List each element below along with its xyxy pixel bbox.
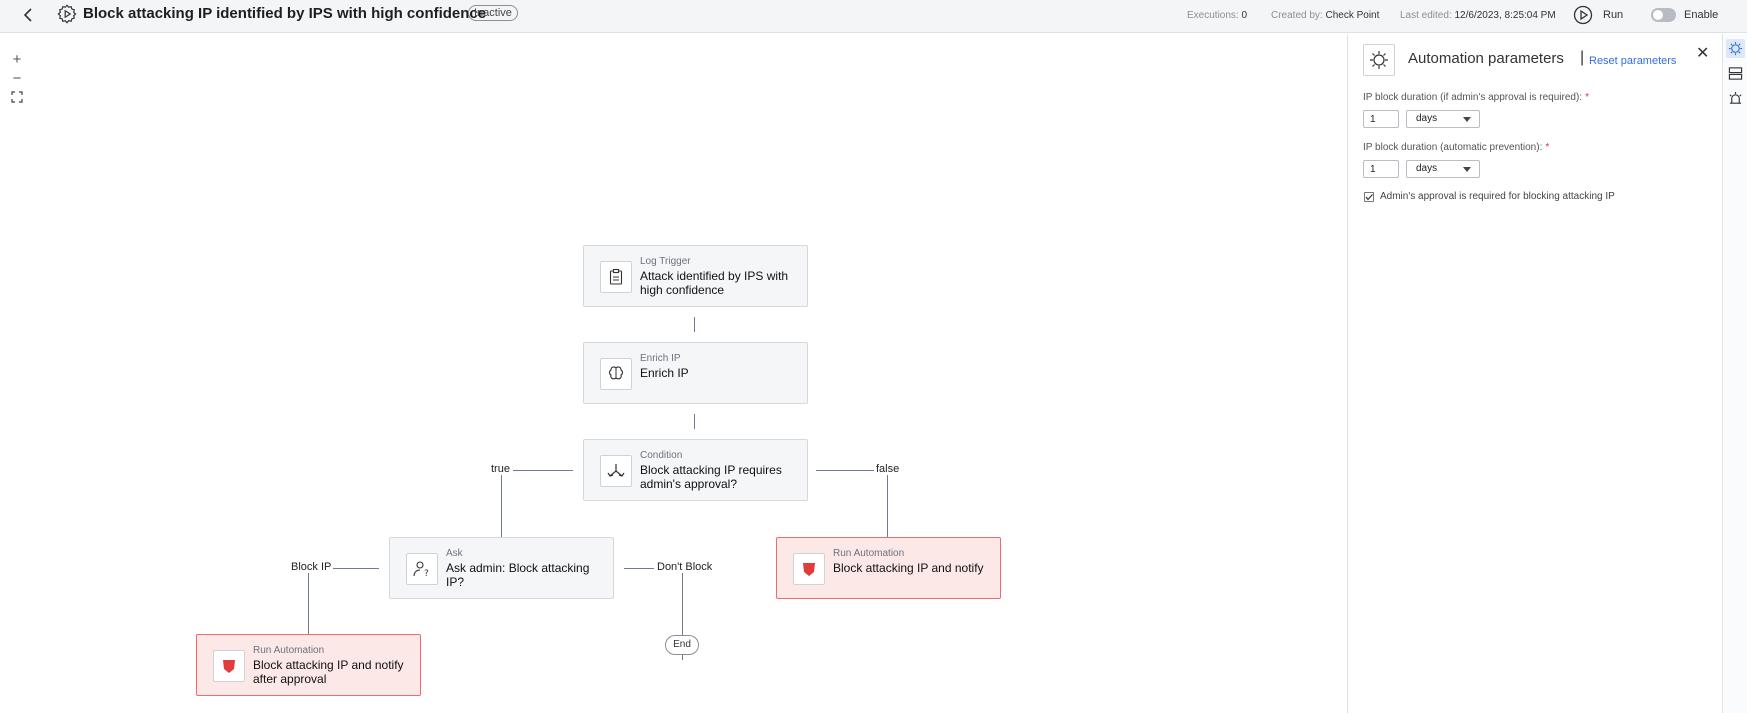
node-kind: Run Automation: [253, 645, 325, 656]
play-circle-icon[interactable]: [1573, 5, 1593, 25]
field2-unit-value: days: [1416, 163, 1438, 174]
sun-gear-icon: [1363, 44, 1395, 76]
node-kind: Run Automation: [833, 548, 905, 559]
executions-info: Executions: 0: [1187, 10, 1247, 21]
ask-node[interactable]: ? Ask Ask admin: Block attacking IP?: [389, 537, 614, 599]
node-kind: Condition: [640, 450, 683, 461]
status-badge: Inactive: [468, 5, 518, 21]
last-edited-value: 12/6/2023, 8:25:04 PM: [1454, 10, 1556, 21]
user-question-icon: ?: [406, 553, 438, 585]
edge-label-false: false: [874, 463, 902, 475]
required-mark: *: [1545, 142, 1550, 153]
node-label: Attack identified by IPS with high confi…: [640, 269, 789, 297]
reset-parameters-link[interactable]: Reset parameters: [1589, 55, 1676, 67]
workflow-canvas[interactable]: + − true false Block IP Don't Block Log …: [0, 34, 1347, 713]
brain-icon: [600, 358, 632, 390]
zoom-in-button[interactable]: +: [8, 51, 26, 69]
node-kind: Log Trigger: [640, 256, 691, 267]
alarm-icon: [1729, 91, 1742, 104]
connector: [694, 414, 695, 429]
admin-approval-label: Admin's approval is required for blockin…: [1380, 191, 1615, 202]
connector: [694, 317, 695, 332]
field1-unit-select[interactable]: days: [1406, 110, 1480, 128]
executions-value: 0: [1241, 10, 1248, 21]
condition-node[interactable]: Condition Block attacking IP requires ad…: [583, 439, 808, 501]
created-by-info: Created by: Check Point: [1271, 10, 1379, 21]
rail-layout-button[interactable]: [1726, 64, 1745, 83]
shield-icon: [793, 553, 825, 585]
run-automation-node[interactable]: Run Automation Block attacking IP and no…: [776, 537, 1001, 599]
trigger-node[interactable]: Log Trigger Attack identified by IPS wit…: [583, 245, 808, 307]
node-label: Enrich IP: [640, 366, 689, 380]
split-arrows-icon: [600, 455, 632, 487]
close-icon[interactable]: ✕: [1696, 43, 1709, 63]
node-label: Block attacking IP requires admin's appr…: [640, 463, 782, 491]
field1-unit-value: days: [1416, 113, 1438, 124]
enrich-node[interactable]: Enrich IP Enrich IP: [583, 342, 808, 404]
gear-play-icon: [57, 4, 77, 24]
node-label: Block attacking IP and notify after appr…: [253, 658, 404, 686]
field2-unit-select[interactable]: days: [1406, 160, 1480, 178]
check-icon: [1365, 194, 1373, 201]
sun-gear-icon: [1728, 41, 1743, 56]
end-node: End: [665, 635, 699, 655]
admin-approval-checkbox[interactable]: [1364, 192, 1374, 202]
run-automation-approved-node[interactable]: Run Automation Block attacking IP and no…: [196, 634, 421, 696]
connector: [513, 470, 573, 471]
connector: [624, 568, 654, 569]
panel-title: Automation parameters: [1408, 50, 1564, 67]
field1-label-text: IP block duration (if admin's approval i…: [1363, 92, 1583, 103]
created-by-value: Check Point: [1325, 10, 1380, 21]
created-by-label: Created by:: [1271, 10, 1323, 21]
required-mark: *: [1585, 92, 1589, 103]
enable-toggle[interactable]: [1651, 8, 1676, 22]
caret-down-icon: [1463, 117, 1471, 122]
node-label: Ask admin: Block attacking IP?: [446, 561, 590, 589]
layout-icon: [1728, 67, 1743, 80]
enable-label: Enable: [1684, 9, 1719, 21]
edge-label-true: true: [489, 463, 512, 475]
edge-label-dont-block: Don't Block: [655, 561, 715, 573]
right-rail: [1722, 34, 1747, 713]
run-button[interactable]: Run: [1603, 9, 1623, 21]
field1-value-input[interactable]: [1363, 110, 1399, 128]
top-bar: Block attacking IP identified by IPS wit…: [0, 0, 1747, 33]
rail-alerts-button[interactable]: [1726, 89, 1745, 108]
automation-parameters-panel: Automation parameters | Reset parameters…: [1347, 34, 1722, 713]
last-edited-label: Last edited:: [1400, 10, 1452, 21]
node-label: Block attacking IP and notify: [833, 561, 984, 575]
field2-value-input[interactable]: [1363, 160, 1399, 178]
fit-view-icon[interactable]: [11, 91, 23, 103]
title-separator: |: [1580, 49, 1585, 66]
clipboard-icon: [600, 261, 632, 293]
node-kind: Ask: [446, 548, 463, 559]
svg-text:?: ?: [424, 569, 429, 578]
edge-label-block-ip: Block IP: [289, 561, 334, 573]
caret-down-icon: [1463, 167, 1471, 172]
field2-label: IP block duration (automatic prevention)…: [1363, 142, 1549, 153]
field2-label-text: IP block duration (automatic prevention)…: [1363, 142, 1543, 153]
zoom-out-button[interactable]: −: [8, 70, 26, 88]
connector: [816, 470, 876, 471]
last-edited-info: Last edited: 12/6/2023, 8:25:04 PM: [1400, 10, 1556, 21]
rail-parameters-button[interactable]: [1726, 39, 1745, 58]
node-kind: Enrich IP: [640, 353, 681, 364]
page-title: Block attacking IP identified by IPS wit…: [83, 5, 487, 22]
field1-label: IP block duration (if admin's approval i…: [1363, 92, 1589, 103]
shield-icon: [213, 650, 245, 682]
executions-label: Executions:: [1187, 10, 1239, 21]
chevron-left-icon[interactable]: [20, 6, 38, 24]
